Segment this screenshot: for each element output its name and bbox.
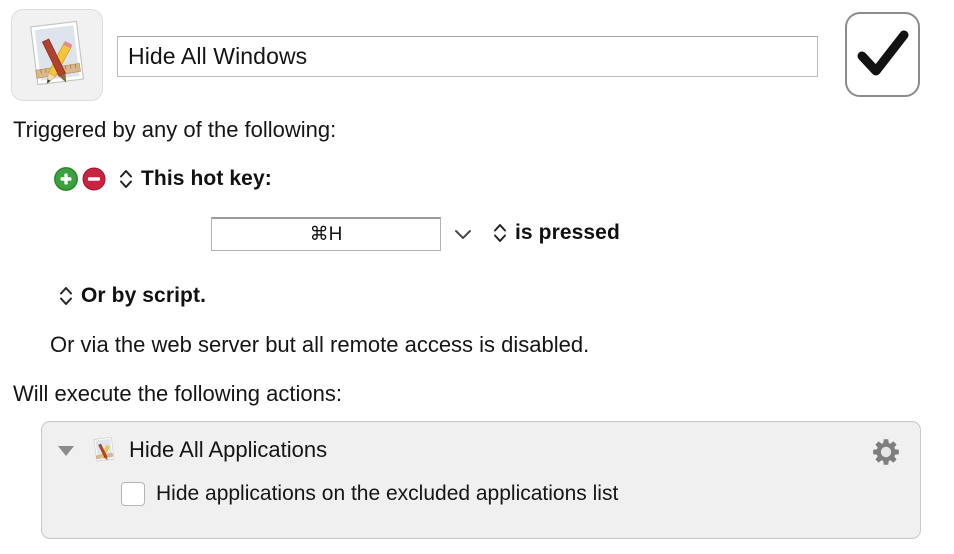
hotkey-condition-stepper[interactable]	[492, 220, 508, 246]
action-title: Hide All Applications	[129, 437, 328, 462]
script-trigger-stepper[interactable]	[58, 283, 74, 309]
actions-section-heading: Will execute the following actions:	[13, 381, 342, 406]
script-trigger-label[interactable]: Or by script.	[81, 284, 206, 308]
macro-app-icon	[30, 20, 85, 86]
up-down-stepper-icon	[60, 287, 72, 305]
up-down-stepper-icon	[494, 224, 506, 242]
macro-icon-well[interactable]	[11, 9, 103, 101]
hotkey-value-field[interactable]: ⌘H	[211, 217, 441, 251]
up-down-stepper-icon	[120, 170, 132, 188]
actions-panel: Hide All Applications Hide applications …	[41, 421, 921, 539]
trigger-section-heading: Triggered by any of the following:	[13, 117, 337, 142]
macro-enabled-toggle[interactable]	[845, 12, 920, 97]
hotkey-trigger-stepper[interactable]	[118, 166, 134, 192]
action-row-hide-all-applications[interactable]: Hide All Applications	[42, 422, 920, 478]
minus-circle-icon	[82, 167, 106, 191]
hide-excluded-applications-checkbox[interactable]	[121, 482, 145, 506]
remove-trigger-button[interactable]	[82, 167, 106, 191]
checkmark-icon	[857, 30, 908, 75]
hotkey-dropdown-button[interactable]	[452, 226, 474, 242]
disclosure-triangle-down-icon[interactable]	[55, 439, 77, 461]
chevron-down-icon	[455, 230, 471, 239]
script-trigger-row: Or by script.	[58, 283, 206, 309]
macro-header: Hide All Windows	[0, 0, 954, 108]
hide-excluded-applications-label[interactable]: Hide applications on the excluded applic…	[156, 482, 618, 506]
plus-circle-icon	[54, 167, 78, 191]
hotkey-trigger-row: This hot key:	[54, 166, 272, 192]
gear-icon[interactable]	[870, 436, 902, 468]
action-app-icon	[93, 436, 115, 462]
hotkey-condition-label[interactable]: is pressed	[515, 221, 620, 245]
macro-name-input[interactable]: Hide All Windows	[117, 36, 818, 77]
webserver-trigger-note: Or via the web server but all remote acc…	[50, 332, 590, 357]
hotkey-trigger-label[interactable]: This hot key:	[141, 167, 272, 191]
hotkey-condition-row: is pressed	[492, 220, 620, 246]
action-option-row: Hide applications on the excluded applic…	[121, 482, 618, 506]
add-trigger-button[interactable]	[54, 167, 78, 191]
